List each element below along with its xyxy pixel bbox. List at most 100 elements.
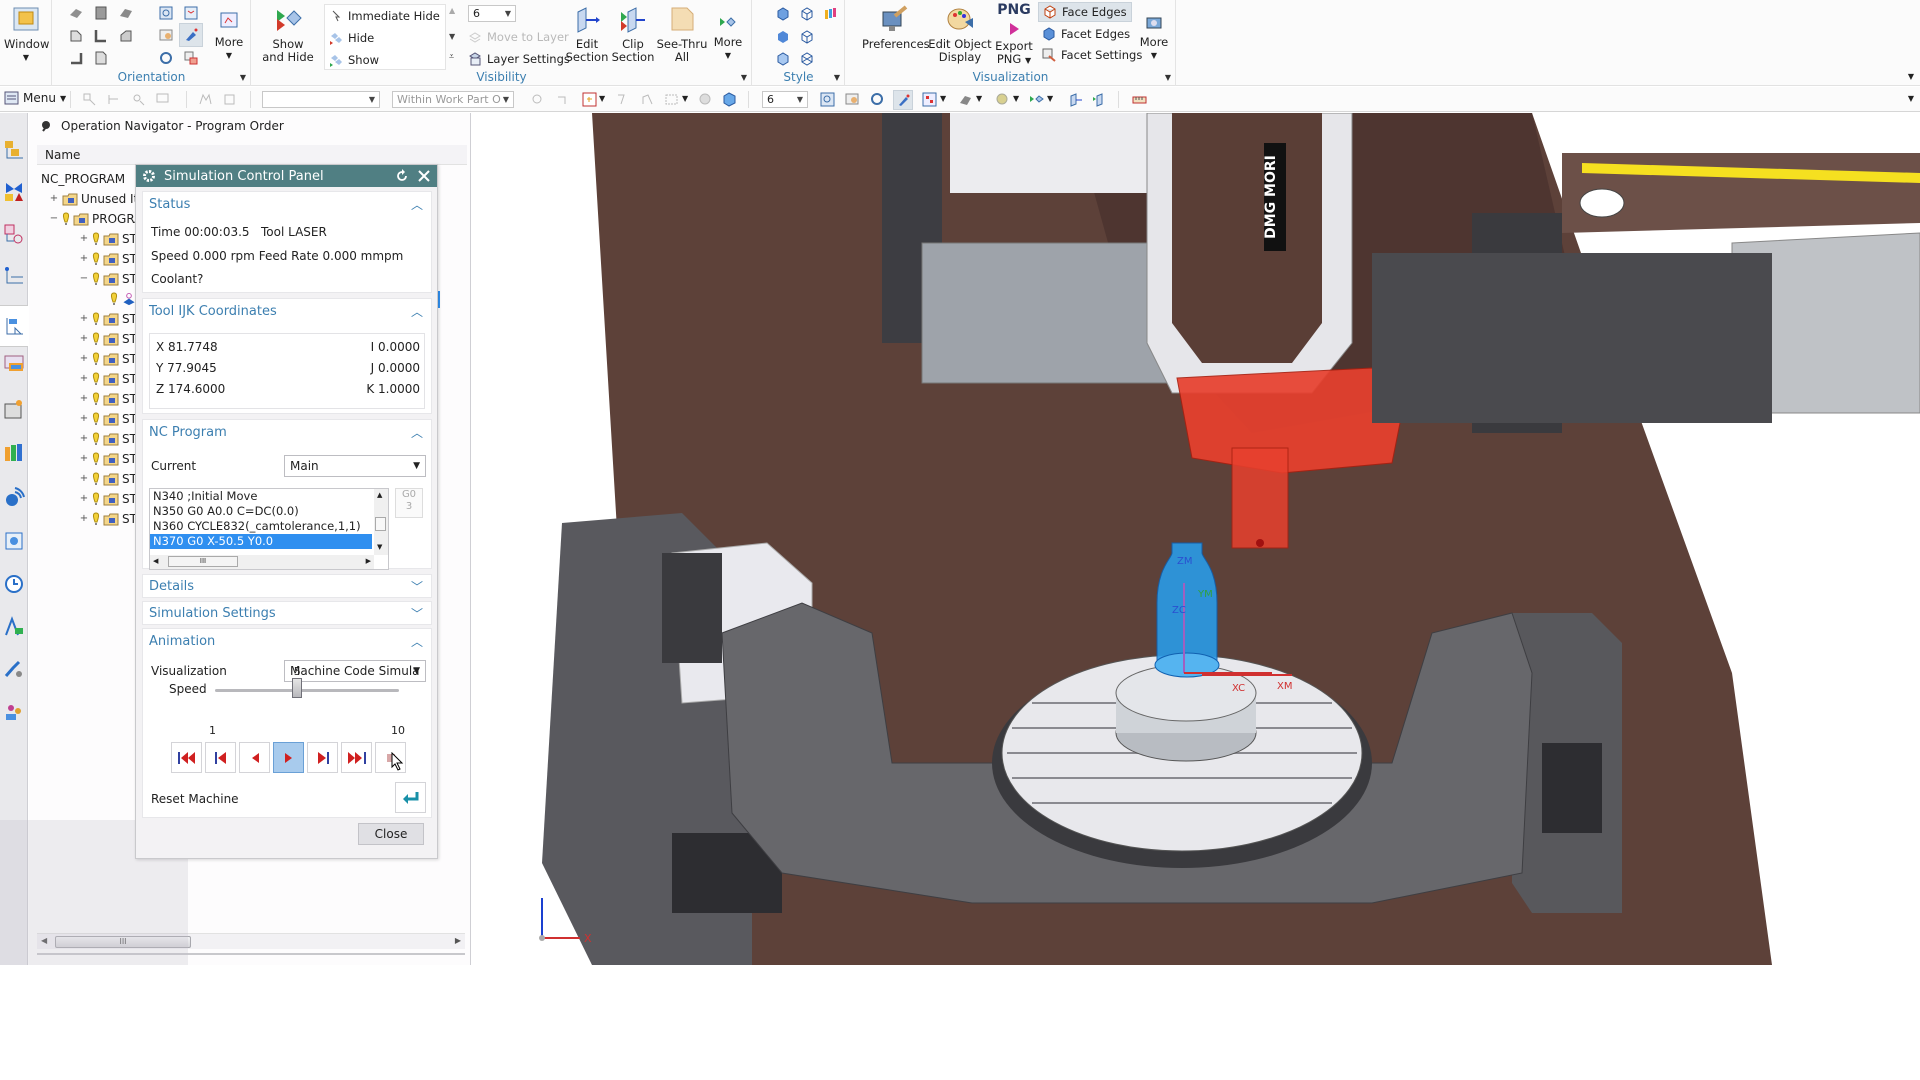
toolbar-options-dropdown[interactable]: ▼	[1908, 94, 1914, 103]
feature-group-icon[interactable]	[3, 181, 25, 203]
speed-slider-track[interactable]	[215, 689, 399, 692]
facet-edges-button[interactable]: Facet Edges	[1042, 25, 1130, 43]
nc-code-line[interactable]: N360 CYCLE832(_camtolerance,1,1)	[150, 519, 388, 534]
zoom-icon[interactable]	[845, 92, 860, 107]
scroll-up-arrow[interactable]: ▲	[377, 491, 382, 499]
quick-pick-icon[interactable]	[698, 92, 713, 107]
select-body-icon[interactable]	[106, 92, 121, 107]
menu-button[interactable]: Menu ▼	[4, 91, 66, 105]
expand-icon[interactable]: +	[79, 389, 89, 409]
g0-toggle-button[interactable]: G0 3	[395, 488, 423, 518]
facet-settings-button[interactable]: Facet Settings	[1042, 46, 1142, 64]
nc-code-line[interactable]: N370 G0 X-50.5 Y0.0	[150, 534, 372, 549]
machine-tool-view-icon[interactable]	[3, 139, 25, 161]
view-front-icon[interactable]	[93, 5, 109, 21]
shaded-with-edges-icon[interactable]	[775, 6, 791, 22]
shaded-icon[interactable]	[775, 29, 791, 45]
panel-titlebar[interactable]: Simulation Control Panel	[136, 165, 437, 187]
expand-icon[interactable]: +	[79, 429, 89, 449]
navigator-pin-icon[interactable]	[39, 119, 53, 133]
visualization-more-button[interactable]: More ▼	[1136, 4, 1172, 62]
play-forward-button[interactable]	[273, 742, 304, 773]
visualization-dialog-launcher[interactable]: ▼	[1165, 73, 1171, 82]
export-png-button[interactable]: PNG Export PNG ▼	[994, 3, 1034, 67]
graphics-viewport[interactable]: DMG MORI ZM YM ZC XC XM X	[472, 113, 1920, 965]
gallery-scroll-up[interactable]: ▲	[449, 6, 455, 15]
gallery-expand[interactable]: ⩡	[449, 52, 454, 62]
snap-settings-icon[interactable]	[222, 92, 237, 107]
expand-icon[interactable]: +	[49, 189, 59, 209]
team-icon[interactable]	[3, 701, 25, 723]
view-top-icon[interactable]	[68, 28, 84, 44]
assembly-icon[interactable]	[3, 658, 25, 680]
gallery-scroll-down[interactable]: ▼	[449, 32, 455, 41]
scroll-thumb[interactable]: III	[168, 556, 238, 567]
orientation-dialog-launcher[interactable]: ▼	[240, 73, 246, 82]
scroll-down-arrow[interactable]: ▼	[377, 543, 382, 551]
selection-intent-dropdown[interactable]: ▼	[599, 94, 605, 103]
close-button[interactable]: Close	[358, 823, 424, 845]
info-web-icon[interactable]	[3, 486, 25, 508]
preferences-button[interactable]: Preferences	[862, 4, 930, 51]
snap-point-icon[interactable]	[198, 92, 213, 107]
step-back-button[interactable]	[205, 742, 236, 773]
move-to-layer-button[interactable]: Move to Layer	[468, 28, 569, 46]
see-thru-all-button[interactable]: See-Thru All	[656, 4, 708, 64]
undo-selection-icon[interactable]	[555, 92, 570, 107]
tool-ijk-section-header[interactable]: Tool IJK Coordinates ︿	[143, 299, 431, 325]
view-back-icon[interactable]	[93, 50, 109, 66]
analysis-icon[interactable]	[3, 616, 25, 638]
scroll-left-arrow[interactable]: ◀	[153, 557, 158, 565]
select-edge-icon[interactable]	[155, 92, 170, 107]
reset-dialog-icon[interactable]	[394, 168, 410, 184]
reset-machine-button[interactable]	[395, 782, 426, 813]
reuse-library-icon[interactable]	[3, 441, 25, 463]
show-hide-dropdown[interactable]: ▼	[1047, 94, 1053, 103]
visualization-dropdown[interactable]: Machine Code Simula ▼	[284, 660, 426, 682]
play-reverse-button[interactable]	[239, 742, 270, 773]
render-style-icon[interactable]	[958, 92, 973, 107]
expand-icon[interactable]: +	[79, 409, 89, 429]
show-hide-icon[interactable]	[1029, 92, 1044, 107]
expand-icon[interactable]: +	[79, 489, 89, 509]
current-program-dropdown[interactable]: Main ▼	[284, 455, 426, 477]
studio-icon[interactable]	[823, 6, 839, 22]
view-isometric-icon[interactable]	[118, 5, 134, 21]
listbox-horizontal-scrollbar[interactable]: ◀ III ▶	[150, 555, 374, 569]
roles-icon[interactable]	[3, 353, 25, 375]
rectangle-select-dropdown[interactable]: ▼	[682, 94, 688, 103]
expand-icon[interactable]: +	[79, 229, 89, 249]
clip-section-button[interactable]: Clip Section	[610, 4, 656, 64]
show-3d-icon[interactable]	[722, 92, 737, 107]
expand-icon[interactable]: +	[79, 509, 89, 529]
snap-icon[interactable]	[614, 92, 629, 107]
nc-code-listbox[interactable]: N340 ;Initial Move N350 G0 A0.0 C=DC(0.0)…	[149, 488, 389, 570]
window-button[interactable]: Window ▼	[4, 4, 49, 64]
rotate-view-icon[interactable]	[870, 92, 885, 107]
measure-icon[interactable]	[1132, 92, 1147, 107]
view-right-icon[interactable]	[118, 28, 134, 44]
expand-icon[interactable]: +	[79, 349, 89, 369]
style-dialog-launcher[interactable]: ▼	[834, 73, 840, 82]
expand-icon[interactable]: +	[79, 249, 89, 269]
operation-navigator-tab[interactable]	[0, 305, 28, 347]
fit-icon[interactable]	[158, 5, 174, 21]
expand-icon[interactable]: +	[79, 309, 89, 329]
general-selection-icon[interactable]	[530, 92, 545, 107]
view-orientation-dropdown[interactable]: ▼	[940, 94, 946, 103]
true-shading-toggle[interactable]	[179, 23, 203, 47]
nc-program-section-header[interactable]: NC Program ︿	[143, 420, 431, 446]
expand-icon[interactable]: +	[79, 469, 89, 489]
static-wireframe-icon[interactable]	[799, 51, 815, 67]
collapse-icon[interactable]: −	[79, 269, 89, 289]
face-edges-toggle[interactable]: Face Edges	[1038, 2, 1132, 22]
rewind-to-start-button[interactable]	[171, 742, 202, 773]
simulation-settings-section[interactable]: Simulation Settings ﹀	[142, 601, 432, 625]
orientation-more-button[interactable]: More ▼	[211, 4, 247, 62]
layer-settings-button[interactable]: Layer Settings	[468, 50, 570, 68]
history-icon[interactable]	[3, 530, 25, 552]
column-header-name[interactable]: Name	[37, 145, 467, 165]
background-dropdown[interactable]: ▼	[1013, 94, 1019, 103]
hide-button[interactable]: Hide	[329, 29, 374, 47]
fast-forward-to-end-button[interactable]	[341, 742, 372, 773]
